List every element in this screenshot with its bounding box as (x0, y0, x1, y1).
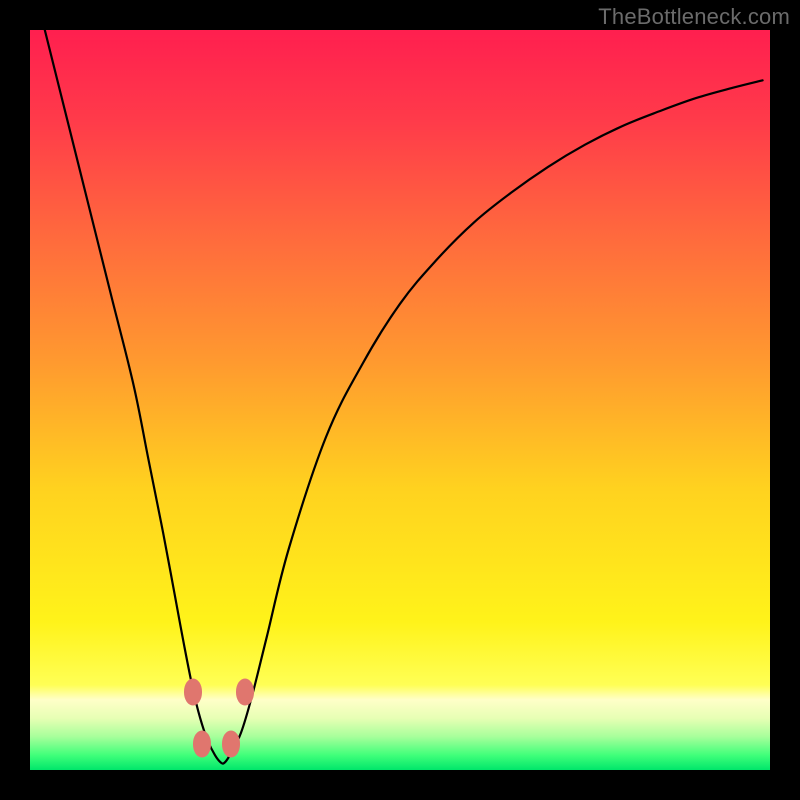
highlight-marker (184, 679, 202, 706)
watermark-text: TheBottleneck.com (598, 4, 790, 30)
highlight-marker (222, 731, 240, 758)
markers-layer (30, 30, 770, 770)
plot-area (30, 30, 770, 770)
chart-frame: TheBottleneck.com (0, 0, 800, 800)
highlight-marker (236, 679, 254, 706)
highlight-marker (193, 731, 211, 758)
